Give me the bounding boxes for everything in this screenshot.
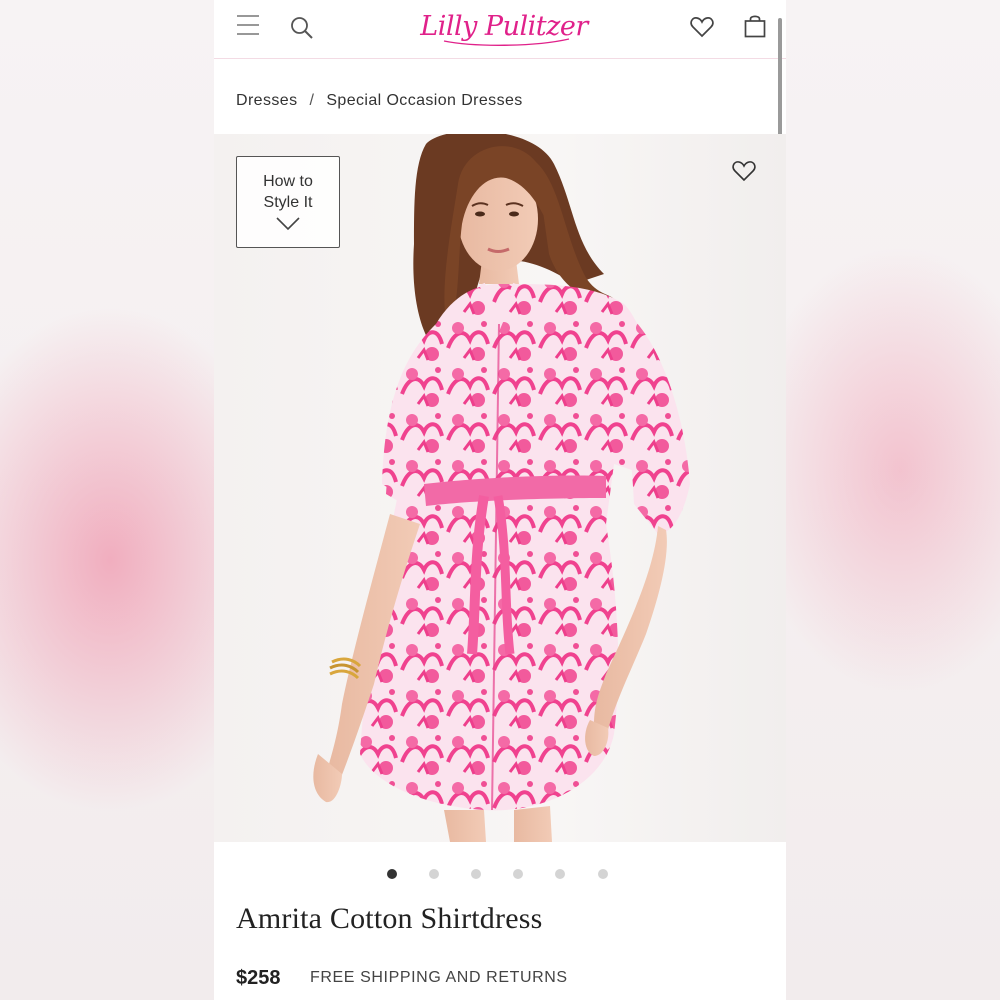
heart-outline-icon[interactable]	[732, 160, 756, 187]
hamburger-menu-icon[interactable]	[236, 14, 260, 41]
mobile-product-page: Lilly Pulitzer Dresses / Special Occasion …	[214, 0, 786, 1000]
carousel-dot-5[interactable]	[555, 869, 565, 879]
search-icon[interactable]	[290, 16, 314, 45]
product-image[interactable]: How to Style It	[214, 134, 786, 842]
heart-icon[interactable]	[690, 16, 714, 43]
carousel-dot-2[interactable]	[429, 869, 439, 879]
product-title: Amrita Cotton Shirtdress	[236, 902, 543, 935]
logo-text: Lilly Pulitzer	[419, 11, 590, 42]
shopping-bag-icon[interactable]	[744, 14, 766, 43]
scrollbar[interactable]	[778, 18, 782, 142]
carousel-dot-3[interactable]	[471, 869, 481, 879]
breadcrumb-separator: /	[309, 92, 315, 109]
breadcrumb-special-occasion[interactable]: Special Occasion Dresses	[326, 92, 522, 110]
breadcrumb: Dresses / Special Occasion Dresses	[236, 92, 523, 110]
shipping-note[interactable]: FREE SHIPPING AND RETURNS	[310, 969, 568, 987]
carousel-dot-1[interactable]	[387, 869, 397, 879]
site-header: Lilly Pulitzer	[214, 0, 786, 59]
style-button-line-1: How to	[263, 173, 313, 190]
carousel-dot-4[interactable]	[513, 869, 523, 879]
carousel-dot-6[interactable]	[598, 869, 608, 879]
carousel-dots	[214, 866, 786, 882]
breadcrumb-dresses[interactable]: Dresses	[236, 92, 297, 110]
brand-logo[interactable]: Lilly Pulitzer	[414, 3, 594, 51]
chevron-down-icon	[276, 217, 300, 231]
product-price: $258	[236, 967, 281, 989]
how-to-style-it-button[interactable]: How to Style It	[236, 156, 340, 248]
style-button-line-2: Style It	[263, 194, 313, 211]
